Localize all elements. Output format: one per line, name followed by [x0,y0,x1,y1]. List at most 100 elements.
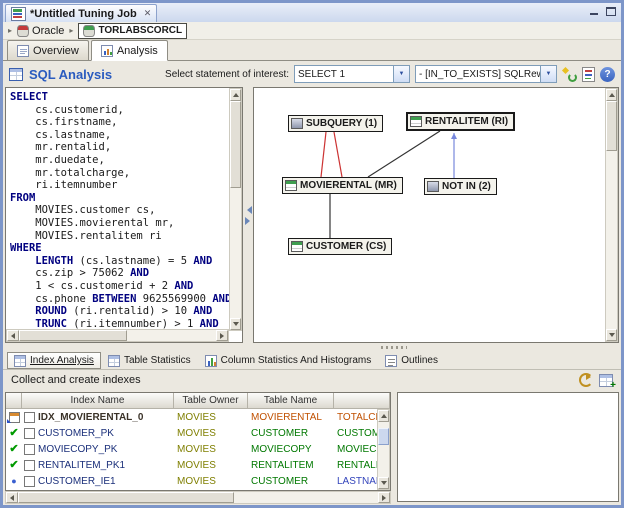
sql-vertical-scrollbar[interactable] [229,88,242,331]
row-status-cell [6,412,22,423]
column-header-columns[interactable] [334,393,390,409]
bottom-tabs: Index AnalysisTable StatisticsColumn Sta… [3,352,621,370]
breadcrumb-item-connection[interactable]: TORLABSCORCL [78,23,187,39]
scroll-button[interactable] [378,492,390,503]
breadcrumb-oracle-label: Oracle [32,25,64,37]
chevron-down-icon[interactable]: ▼ [393,66,409,82]
diagram-nodes: SUBQUERY (1) RENTALITEM (RI) MOVIERENTAL (… [254,88,618,342]
index-vertical-scrollbar[interactable] [377,409,390,490]
scroll-button[interactable] [230,318,241,330]
index-name-cell: RENTALITEM_PK1 [22,460,174,471]
help-icon[interactable]: ? [600,67,615,82]
table-row[interactable]: ✔MOVIECOPY_PKMOVIESMOVIECOPYMOVIECO [6,441,377,457]
scroll-button[interactable] [6,492,18,503]
sql-code[interactable]: SELECT cs.customerid, cs.firstname, cs.l… [6,88,229,329]
table-icon [285,180,297,191]
scroll-track[interactable] [606,101,617,329]
bottom-tab-column-statistics-and-histograms[interactable]: Column Statistics And Histograms [198,352,379,369]
scroll-track[interactable] [19,330,216,341]
minimize-icon[interactable] [588,6,600,17]
sql-operator-icon [291,118,303,129]
scroll-button[interactable] [7,330,19,341]
scroll-button[interactable] [378,477,389,489]
table-row[interactable]: ✔RENTALITEM_PK1MOVIESRENTALITEMRENTALID [6,457,377,473]
index-checkbox[interactable] [24,428,35,439]
app-window: *Untitled Tuning Job ✕ ▸ Oracle ▸ TORLAB… [0,0,624,508]
chevron-down-icon[interactable]: ▼ [540,66,556,82]
diagram-node-notin[interactable]: NOT IN (2) [424,178,497,195]
scroll-thumb[interactable] [606,101,617,151]
bottom-tab-label: Outlines [401,355,438,366]
scroll-track[interactable] [230,101,241,318]
scroll-thumb[interactable] [378,428,389,446]
row-status-cell: ✔ [6,459,22,471]
scroll-track[interactable] [378,422,389,477]
tab-analysis[interactable]: Analysis [91,40,168,61]
bottom-tab-outlines[interactable]: Outlines [378,352,445,369]
breadcrumb-item-oracle[interactable]: Oracle [17,25,64,37]
diagram-node-movierental[interactable]: MOVIERENTAL (MR) [282,177,403,194]
scroll-track[interactable] [18,492,378,503]
index-horizontal-scrollbar[interactable] [5,491,391,504]
add-index-icon[interactable] [599,374,613,387]
column-name-cell: MOVIECO [334,444,377,455]
column-header[interactable]: Table Owner [174,393,248,409]
index-name: MOVIECOPY_PK [38,444,117,455]
bottom-tab-index-analysis[interactable]: Index Analysis [7,352,101,369]
diagram-node-subquery[interactable]: SUBQUERY (1) [288,115,383,132]
scroll-button[interactable] [230,89,241,101]
diagram-node-rentalitem[interactable]: RENTALITEM (RI) [406,112,515,131]
table-row[interactable]: ●CUSTOMER_IE1MOVIESCUSTOMERLASTNAME [6,473,377,489]
maximize-icon[interactable] [605,6,617,17]
statement-select[interactable]: SELECT 1 ▼ [294,65,410,83]
diagram-node-customer[interactable]: CUSTOMER (CS) [288,238,392,255]
collect-refresh-icon[interactable] [579,373,593,387]
index-checkbox[interactable] [24,444,35,455]
scroll-thumb[interactable] [230,101,241,188]
table-name-cell: MOVIECOPY [248,444,334,455]
node-label: MOVIERENTAL (MR) [300,180,397,191]
rerun-analysis-icon[interactable] [562,67,577,82]
close-tab-icon[interactable]: ✕ [144,8,152,19]
rewrite-select[interactable]: - [IN_TO_EXISTS] SQLRewrite ▼ [415,65,557,83]
sql-line: 1 < cs.customerid + 2 AND [10,280,228,293]
column-header[interactable]: Table Name [248,393,334,409]
index-name-cell: CUSTOMER_PK [22,428,174,439]
tab-overview[interactable]: Overview [7,40,89,60]
sql-horizontal-scrollbar[interactable] [6,329,229,342]
horizontal-sash[interactable] [3,343,621,352]
sql-line: cs.phone BETWEEN 9625569900 AND 9 [10,293,228,306]
table-icon [14,355,26,367]
table-icon [291,241,303,252]
table-row[interactable]: ✔CUSTOMER_PKMOVIESCUSTOMERCUSTOME [6,425,377,441]
index-checkbox[interactable] [24,460,35,471]
arrow-up-icon [609,90,615,97]
node-label: RENTALITEM (RI) [425,116,508,127]
sql-line: SELECT [10,91,228,104]
scroll-button[interactable] [606,329,617,341]
collapse-left-icon[interactable] [243,206,252,214]
scroll-button[interactable] [216,330,228,341]
check-icon: ✔ [9,427,18,439]
scroll-thumb[interactable] [19,330,127,341]
report-icon[interactable] [582,67,595,82]
editor-tab[interactable]: *Untitled Tuning Job ✕ [5,4,157,22]
sash-grip[interactable] [381,346,407,349]
scroll-button[interactable] [378,410,389,422]
panel-splitter[interactable] [243,87,253,343]
sql-editor-panel: SELECT cs.customerid, cs.firstname, cs.l… [5,87,243,343]
table-name-cell: RENTALITEM [248,460,334,471]
diagram-vertical-scrollbar[interactable] [605,88,618,342]
table-owner-cell: MOVIES [174,460,248,471]
bottom-tab-table-statistics[interactable]: Table Statistics [101,352,198,369]
index-checkbox[interactable] [24,412,35,423]
scroll-button[interactable] [606,89,617,101]
scroll-thumb[interactable] [18,492,234,503]
index-checkbox[interactable] [24,476,35,487]
sql-line: MOVIES.movierental mr, [10,217,228,230]
vst-diagram-panel: SUBQUERY (1) RENTALITEM (RI) MOVIERENTAL (… [253,87,619,343]
histogram-icon [205,355,217,367]
table-row[interactable]: IDX_MOVIERENTAL_0MOVIESMOVIERENTALTOTALC… [6,409,377,425]
chevron-right-icon[interactable]: ▸ [8,26,12,35]
column-header[interactable]: Index Name [22,393,174,409]
